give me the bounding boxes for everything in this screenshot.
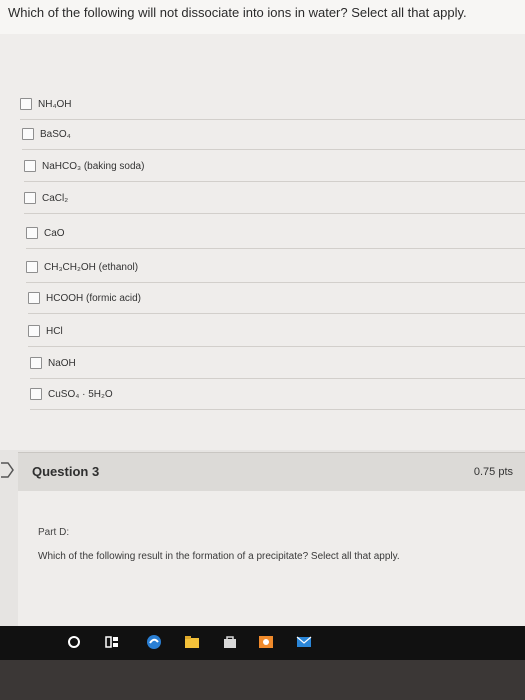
option-label: CaO: [44, 227, 65, 239]
option-row[interactable]: CaCl₂: [24, 183, 525, 214]
option-row[interactable]: CH₃CH₂OH (ethanol): [26, 252, 525, 283]
question-3-header: Question 3 0.75 pts: [18, 452, 525, 492]
checkbox[interactable]: [30, 388, 42, 400]
question-title: Question 3: [32, 464, 100, 479]
option-label: NaOH: [48, 357, 76, 369]
option-row[interactable]: HCOOH (formic acid): [28, 283, 525, 314]
question-header: Which of the following will not dissocia…: [0, 0, 525, 35]
option-row[interactable]: NaOH: [30, 348, 525, 379]
checkbox[interactable]: [22, 128, 34, 140]
option-row[interactable]: NH₄OH: [20, 89, 525, 120]
answer-options: NH₄OH BaSO₄ NaHCO₃ (baking soda) CaCl₂ C…: [0, 34, 525, 450]
checkbox[interactable]: [30, 357, 42, 369]
option-row[interactable]: BaSO₄: [22, 119, 525, 150]
question-flag-icon[interactable]: [0, 462, 14, 478]
windows-taskbar: [0, 626, 525, 660]
file-explorer-icon[interactable]: [184, 634, 200, 650]
checkbox[interactable]: [24, 192, 36, 204]
question-points: 0.75 pts: [473, 466, 513, 478]
part-label: Part D:: [38, 527, 70, 538]
checkbox[interactable]: [26, 227, 38, 239]
option-label: CaCl₂: [42, 192, 69, 204]
photo-app-icon[interactable]: [258, 634, 274, 650]
question-prompt: Which of the following result in the for…: [38, 551, 400, 562]
desk-background: [0, 660, 525, 700]
option-label: HCOOH (formic acid): [46, 292, 142, 304]
option-label: CH₃CH₂OH (ethanol): [44, 261, 139, 273]
checkbox[interactable]: [28, 292, 40, 304]
task-view-icon[interactable]: [104, 634, 120, 650]
option-label: BaSO₄: [40, 128, 71, 140]
option-row[interactable]: CaO: [26, 218, 525, 249]
cortana-icon[interactable]: [66, 634, 82, 650]
option-row[interactable]: HCl: [28, 316, 525, 347]
option-label: HCl: [46, 325, 63, 337]
mail-icon[interactable]: [296, 634, 312, 650]
option-row[interactable]: CuSO₄ · 5H₂O: [30, 379, 525, 410]
checkbox[interactable]: [20, 98, 32, 110]
checkbox[interactable]: [24, 160, 36, 172]
store-icon[interactable]: [222, 634, 238, 650]
checkbox[interactable]: [26, 261, 38, 273]
option-label: CuSO₄ · 5H₂O: [48, 388, 113, 400]
question-3-body: Part D: Which of the following result in…: [18, 491, 525, 626]
option-label: NH₄OH: [38, 98, 72, 110]
question-prompt: Which of the following will not dissocia…: [8, 5, 467, 20]
edge-icon[interactable]: [146, 634, 162, 650]
option-row[interactable]: NaHCO₃ (baking soda): [24, 151, 525, 182]
checkbox[interactable]: [28, 325, 40, 337]
option-label: NaHCO₃ (baking soda): [42, 160, 145, 172]
